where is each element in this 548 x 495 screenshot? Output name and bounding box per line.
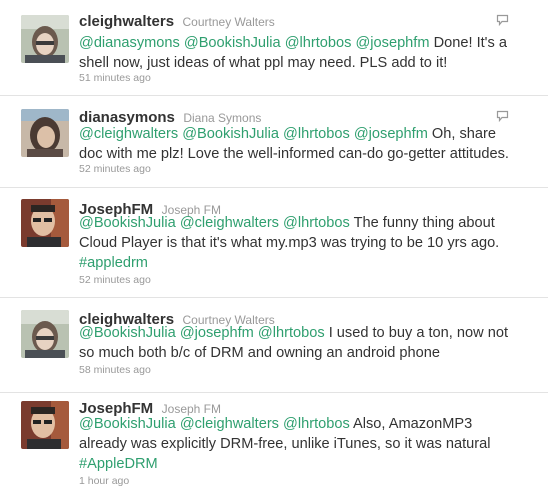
full-name: Courtney Walters [182,15,275,29]
avatar[interactable] [21,310,69,358]
tweet-text: @BookishJulia @cleighwalters @lhrtobos T… [79,213,534,273]
tweet-timestamp[interactable]: 52 minutes ago [79,163,151,175]
user-photo-icon [21,109,69,157]
mention-link[interactable]: @josephfm [355,35,429,51]
avatar[interactable] [21,109,69,157]
mention-link[interactable]: @cleighwalters [79,126,178,142]
tweet-text-line: shell now, just ideas of what ppl may ne… [79,53,534,73]
hashtag-link[interactable]: #AppleDRM [79,456,158,472]
mention-link[interactable]: @dianasymons [79,35,180,51]
avatar[interactable] [21,199,69,247]
user-photo-icon [21,401,69,449]
text-run: Cloud Player is that it's what my.mp3 wa… [79,235,500,251]
mention-link[interactable]: @lhrtobos [258,325,325,341]
tweet-text: @BookishJulia @cleighwalters @lhrtobos A… [79,414,534,474]
text-run: already was explicitly DRM-free, unlike … [79,436,491,452]
text-run: shell now, just ideas of what ppl may ne… [79,55,448,71]
tweet-timestamp[interactable]: 1 hour ago [79,475,129,487]
screen-name[interactable]: cleighwalters [79,13,174,30]
tweet-text: @BookishJulia @josephfm @lhrtobos I used… [79,323,534,363]
text-run: Also, AmazonMP3 [349,416,473,432]
mention-link[interactable]: @lhrtobos [283,126,350,142]
tweet-item: cleighwalters Courtney Walters @dianasym… [0,0,548,96]
text-run: doc with me plz! Love the well-informed … [79,146,509,162]
tweet-text: @dianasymons @BookishJulia @lhrtobos @jo… [79,33,534,73]
mention-link[interactable]: @BookishJulia [79,325,176,341]
user-photo-icon [21,199,69,247]
speech-bubble-icon[interactable] [496,13,509,31]
mention-link[interactable]: @lhrtobos [283,416,350,432]
mention-link[interactable]: @josephfm [180,325,254,341]
tweet-text-line: doc with me plz! Love the well-informed … [79,144,534,164]
full-name: Diana Symons [183,111,262,125]
tweet-text-line: @BookishJulia @cleighwalters @lhrtobos A… [79,414,534,434]
tweet-text-line: #appledrm [79,253,534,273]
tweet-text: @cleighwalters @BookishJulia @lhrtobos @… [79,124,534,164]
mention-link[interactable]: @cleighwalters [180,215,279,231]
text-run: The funny thing about [349,215,495,231]
avatar[interactable] [21,401,69,449]
mention-link[interactable]: @BookishJulia [184,35,281,51]
user-photo-icon [21,310,69,358]
tweet-text-line: @cleighwalters @BookishJulia @lhrtobos @… [79,124,534,144]
tweet-timestamp[interactable]: 58 minutes ago [79,364,151,376]
tweet-text-line: already was explicitly DRM-free, unlike … [79,434,534,454]
speech-bubble-icon[interactable] [496,109,509,127]
mention-link[interactable]: @josephfm [354,126,428,142]
text-run: I used to buy a ton, now not [324,325,508,341]
tweet-text-line: so much both b/c of DRM and owning an an… [79,343,534,363]
tweet-item: cleighwalters Courtney Walters @BookishJ… [0,298,548,393]
mention-link[interactable]: @BookishJulia [79,215,176,231]
tweet-text-line: @BookishJulia @cleighwalters @lhrtobos T… [79,213,534,233]
avatar[interactable] [21,15,69,63]
tweet-text-line: #AppleDRM [79,454,534,474]
text-run: Done! It's a [429,35,507,51]
tweet-item: dianasymons Diana Symons @cleighwalters … [0,96,548,188]
tweet-header: cleighwalters Courtney Walters [79,13,275,31]
mention-link[interactable]: @BookishJulia [182,126,279,142]
mention-link[interactable]: @BookishJulia [79,416,176,432]
mention-link[interactable]: @lhrtobos [283,215,350,231]
tweet-text-line: Cloud Player is that it's what my.mp3 wa… [79,233,534,253]
tweet-text-line: @dianasymons @BookishJulia @lhrtobos @jo… [79,33,534,53]
hashtag-link[interactable]: #appledrm [79,255,148,271]
text-run: Oh, share [427,126,497,142]
mention-link[interactable]: @cleighwalters [180,416,279,432]
tweet-timeline: cleighwalters Courtney Walters @dianasym… [0,0,548,495]
tweet-timestamp[interactable]: 51 minutes ago [79,72,151,84]
tweet-timestamp[interactable]: 52 minutes ago [79,274,151,286]
tweet-item: JosephFM Joseph FM @BookishJulia @cleigh… [0,188,548,298]
text-run: so much both b/c of DRM and owning an an… [79,345,441,361]
mention-link[interactable]: @lhrtobos [285,35,352,51]
user-photo-icon [21,15,69,63]
tweet-text-line: @BookishJulia @josephfm @lhrtobos I used… [79,323,534,343]
tweet-item: JosephFM Joseph FM @BookishJulia @cleigh… [0,393,548,495]
